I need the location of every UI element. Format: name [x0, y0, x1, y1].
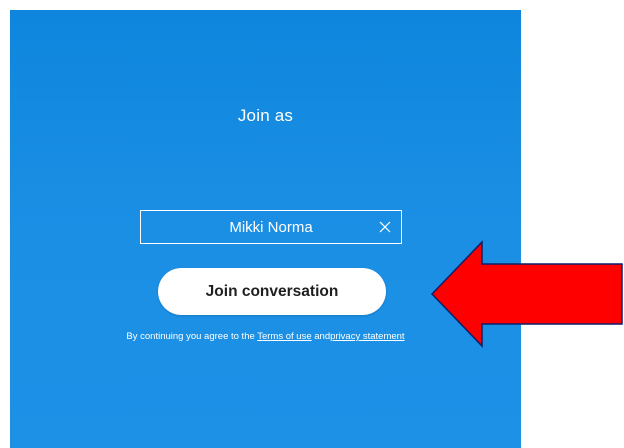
- display-name-field[interactable]: [140, 210, 402, 244]
- join-title: Join as: [237, 106, 294, 125]
- legal-prefix: By continuing you agree to the: [126, 331, 255, 342]
- join-panel: Join as Join conversation By continuing …: [10, 10, 521, 448]
- left-arrow-icon: [430, 240, 623, 348]
- join-conversation-button[interactable]: Join conversation: [158, 268, 386, 315]
- privacy-statement-link[interactable]: privacy statement: [330, 331, 404, 342]
- legal-and: and: [311, 331, 331, 342]
- screenshot-stage: Join as Join conversation By continuing …: [0, 0, 624, 448]
- display-name-input[interactable]: [141, 211, 401, 243]
- terms-of-use-link[interactable]: Terms of use: [257, 331, 311, 342]
- close-icon[interactable]: [377, 219, 393, 235]
